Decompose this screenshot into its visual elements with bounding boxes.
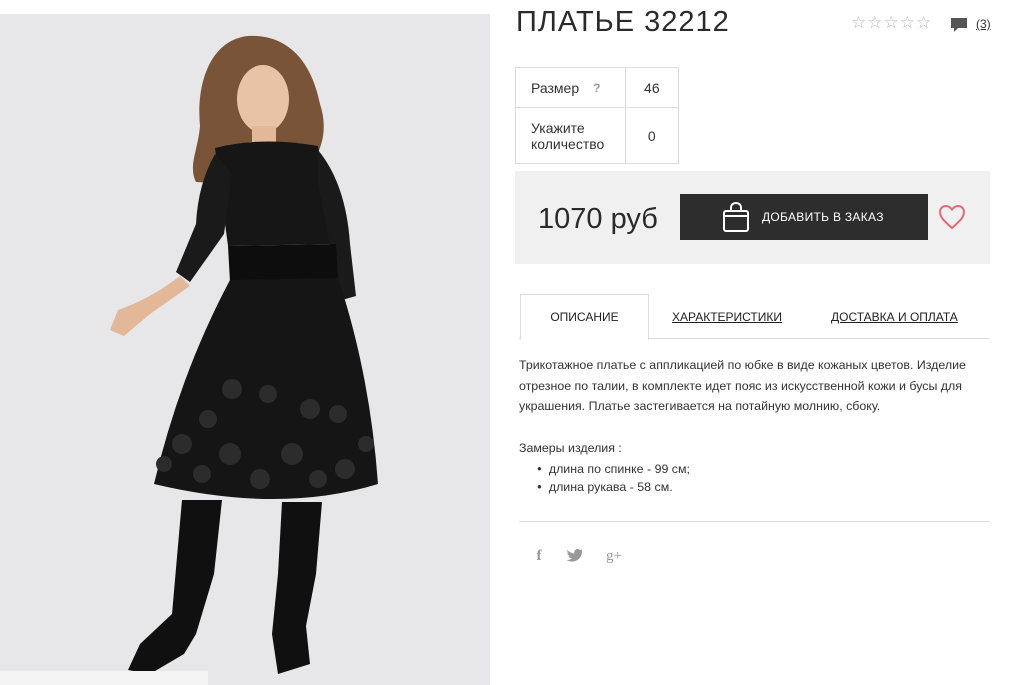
photo-bottom-strip <box>0 671 208 685</box>
twitter-icon[interactable] <box>566 546 586 566</box>
shopping-bag-icon <box>723 202 749 232</box>
price: 1070 руб <box>538 203 658 235</box>
add-to-order-label: ДОБАВИТЬ В ЗАКАЗ <box>762 210 884 224</box>
facebook-icon[interactable]: f <box>529 546 549 566</box>
add-to-order-button[interactable]: ДОБАВИТЬ В ЗАКАЗ <box>680 194 928 240</box>
review-count-link[interactable]: (3) <box>976 17 991 31</box>
measures-list: длина по спинке - 99 см; длина рукава - … <box>537 461 690 497</box>
tab-description[interactable]: ОПИСАНИЕ <box>520 294 649 340</box>
options-table: Размер ? 46 Укажите количество 0 <box>515 67 680 164</box>
star-icon[interactable]: ☆ <box>884 14 899 32</box>
star-icon[interactable]: ☆ <box>851 14 866 32</box>
rating-stars[interactable]: ☆ ☆ ☆ ☆ ☆ <box>851 14 931 32</box>
star-icon[interactable]: ☆ <box>900 14 915 32</box>
size-label: Размер <box>531 79 580 96</box>
quantity-label: Укажите количество <box>515 107 626 164</box>
product-page: ПЛАТЬЕ 32212 ☆ ☆ ☆ ☆ ☆ (3) Размер ? 46 У… <box>0 0 1036 685</box>
product-title: ПЛАТЬЕ 32212 <box>516 6 730 38</box>
measures-title: Замеры изделия : <box>519 441 622 455</box>
tab-characteristics[interactable]: ХАРАКТЕРИСТИКИ <box>672 294 782 339</box>
heart-icon[interactable] <box>938 204 966 230</box>
list-item: длина по спинке - 99 см; <box>537 461 690 479</box>
tab-delivery-payment[interactable]: ДОСТАВКА И ОПЛАТА <box>831 294 958 339</box>
size-value[interactable]: 46 <box>624 67 680 108</box>
star-icon[interactable]: ☆ <box>867 14 882 32</box>
purchase-panel: 1070 руб ДОБАВИТЬ В ЗАКАЗ <box>515 171 990 264</box>
divider <box>519 521 990 522</box>
star-icon[interactable]: ☆ <box>916 14 931 32</box>
model-illustration <box>110 35 378 674</box>
list-item: длина рукава - 58 см. <box>537 479 690 497</box>
size-help-icon[interactable]: ? <box>593 81 600 95</box>
comment-icon[interactable] <box>950 16 968 34</box>
product-tabs: ОПИСАНИЕ ХАРАКТЕРИСТИКИ ДОСТАВКА И ОПЛАТ… <box>519 294 990 340</box>
description-text: Трикотажное платье с аппликацией по юбке… <box>519 358 966 413</box>
product-photo[interactable] <box>0 14 490 685</box>
quantity-input[interactable]: 0 <box>624 107 680 164</box>
google-plus-icon[interactable]: g+ <box>604 546 624 566</box>
